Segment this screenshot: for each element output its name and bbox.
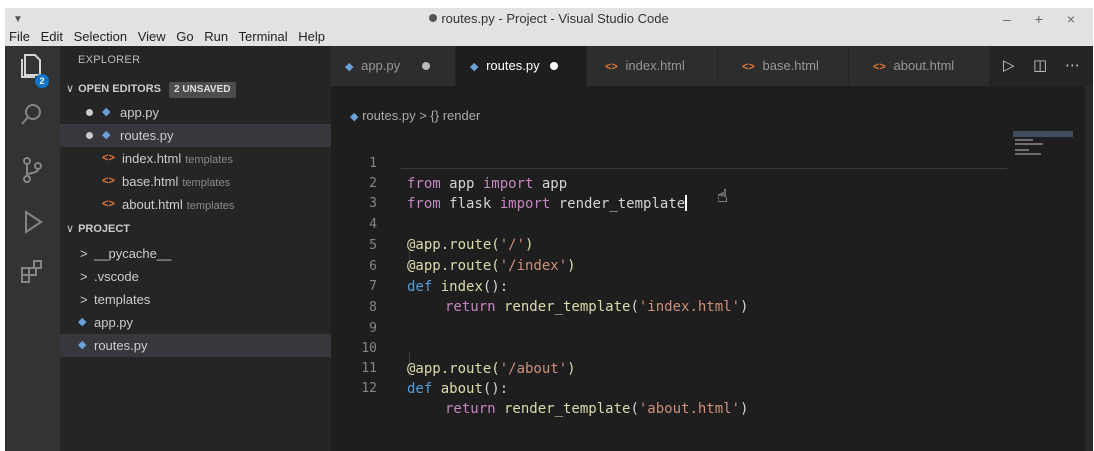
code-line: 3 xyxy=(369,196,377,211)
html-icon: <> xyxy=(873,61,886,73)
code-line: 1 from app import app xyxy=(369,156,568,192)
editor-scrollbar[interactable] xyxy=(1085,86,1093,451)
window-title: routes.py - Project - Visual Studio Code xyxy=(5,11,1093,26)
menu-help[interactable]: Help xyxy=(298,29,325,44)
tree-item-file[interactable]: ◆ app.py xyxy=(60,311,331,334)
tree-item-file[interactable]: ◆ routes.py xyxy=(60,334,331,357)
menu-go[interactable]: Go xyxy=(176,29,193,44)
menu-view[interactable]: View xyxy=(138,29,166,44)
chevron-down-icon: ∨ xyxy=(66,223,75,235)
code-line: 7 return render_template('index.html') xyxy=(369,279,749,315)
menu-run[interactable]: Run xyxy=(204,29,228,44)
vscode-window: ▼ routes.py - Project - Visual Studio Co… xyxy=(5,8,1093,451)
menu-edit[interactable]: Edit xyxy=(41,29,63,44)
explorer-sidebar: EXPLORER ∨ OPEN EDITORS 2 UNSAVED ◆ app.py… xyxy=(60,46,331,451)
run-icon[interactable]: ▷ xyxy=(1003,46,1015,86)
project-header[interactable]: ∨ PROJECT xyxy=(60,218,331,240)
python-icon: ◆ xyxy=(345,61,354,73)
html-icon: <> xyxy=(102,152,115,164)
open-editor-item[interactable]: ◆ app.py xyxy=(60,101,331,124)
breadcrumb: ◆ routes.py > {} render xyxy=(350,108,480,123)
unsaved-indicator-icon xyxy=(429,14,438,22)
breadcrumb-separator: > xyxy=(419,108,427,123)
tree-item-folder[interactable]: > .vscode xyxy=(60,265,331,288)
html-icon: <> xyxy=(605,61,618,73)
code-line: 12 return render_template('about.html') xyxy=(361,381,749,417)
editor-tab-bar: ◆ app.py ◆ routes.py <> index.html <> ba… xyxy=(331,46,1093,86)
mouse-pointer-icon: ☝ xyxy=(717,186,728,206)
tab-routes-py[interactable]: ◆ routes.py xyxy=(456,46,586,86)
open-editor-label: app.py xyxy=(120,105,160,120)
breadcrumb-file[interactable]: routes.py xyxy=(362,108,415,123)
chevron-down-icon: ∨ xyxy=(66,83,75,95)
tab-app-py[interactable]: ◆ app.py xyxy=(331,46,455,86)
chevron-right-icon: > xyxy=(80,246,88,261)
chevron-right-icon: > xyxy=(80,292,88,307)
code-line: 8 xyxy=(369,300,377,315)
html-icon: <> xyxy=(102,198,115,210)
menu-terminal[interactable]: Terminal xyxy=(239,29,288,44)
python-icon: ◆ xyxy=(78,339,87,351)
folder-description: templates xyxy=(182,177,231,189)
python-icon: ◆ xyxy=(78,316,87,328)
code-line: 5 @app.route('/index') xyxy=(369,238,576,274)
chevron-right-icon: > xyxy=(80,269,88,284)
code-line: 9 xyxy=(369,321,377,336)
unsaved-dot-icon[interactable] xyxy=(422,62,431,70)
open-editor-label: about.html xyxy=(122,197,183,212)
html-icon: <> xyxy=(102,175,115,187)
menu-selection[interactable]: Selection xyxy=(74,29,127,44)
open-editor-item[interactable]: ◆ routes.py xyxy=(60,124,331,147)
open-editor-item[interactable]: <> base.html templates xyxy=(60,170,331,193)
code-line: 4 @app.route('/') xyxy=(369,217,534,253)
python-icon: ◆ xyxy=(350,111,359,123)
title-bar: ▼ routes.py - Project - Visual Studio Co… xyxy=(5,8,1093,46)
explorer-badge: 2 xyxy=(35,74,49,88)
run-debug-icon[interactable] xyxy=(17,208,47,238)
window-controls[interactable]: – + × xyxy=(1003,11,1085,27)
code-line: 2 from flask import render_template xyxy=(369,176,688,212)
tree-item-folder[interactable]: > templates xyxy=(60,288,331,311)
tab-about-html[interactable]: <> about.html xyxy=(849,46,989,86)
split-editor-icon[interactable]: ◫ xyxy=(1033,46,1047,86)
html-icon: <> xyxy=(742,61,755,73)
tree-item-folder[interactable]: > __pycache__ xyxy=(60,242,331,265)
more-icon[interactable]: ⋯ xyxy=(1065,46,1080,86)
extensions-icon[interactable] xyxy=(17,258,47,288)
open-editor-label: routes.py xyxy=(120,128,174,143)
tab-index-html[interactable]: <> index.html xyxy=(587,46,717,86)
menu-file[interactable]: File xyxy=(9,29,30,44)
tab-base-html[interactable]: <> base.html xyxy=(718,46,848,86)
activity-bar: 2 xyxy=(5,46,60,451)
unsaved-badge: 2 UNSAVED xyxy=(169,82,236,98)
unsaved-dot-icon[interactable] xyxy=(86,109,93,116)
breadcrumb-symbol[interactable]: {} render xyxy=(430,108,480,123)
python-icon: ◆ xyxy=(102,106,111,118)
folder-description: templates xyxy=(185,154,233,166)
menu-bar: File Edit Selection View Go Run Terminal… xyxy=(9,29,332,44)
open-editor-item[interactable]: <> about.html templates xyxy=(60,193,331,216)
open-editor-item[interactable]: <> index.html templates xyxy=(60,147,331,170)
minimap[interactable] xyxy=(1013,131,1073,171)
code-line: 6 def index(): xyxy=(369,259,509,295)
python-icon: ◆ xyxy=(102,129,111,141)
code-editor[interactable]: 1 from app import app 2 from flask impor… xyxy=(331,128,1093,451)
unsaved-dot-icon[interactable] xyxy=(86,132,93,139)
search-icon[interactable] xyxy=(17,102,47,132)
folder-description: templates xyxy=(186,200,235,212)
code-line: 10 @app.route('/about') xyxy=(361,341,576,377)
source-control-icon[interactable] xyxy=(17,156,47,186)
python-icon: ◆ xyxy=(470,61,479,73)
explorer-title: EXPLORER xyxy=(78,54,141,66)
code-line: 11 def about(): xyxy=(361,361,509,397)
open-editor-label: base.html xyxy=(122,174,179,189)
unsaved-dot-icon[interactable] xyxy=(549,62,558,70)
open-editor-label: index.html xyxy=(122,151,182,166)
open-editors-header[interactable]: ∨ OPEN EDITORS 2 UNSAVED xyxy=(60,78,331,100)
